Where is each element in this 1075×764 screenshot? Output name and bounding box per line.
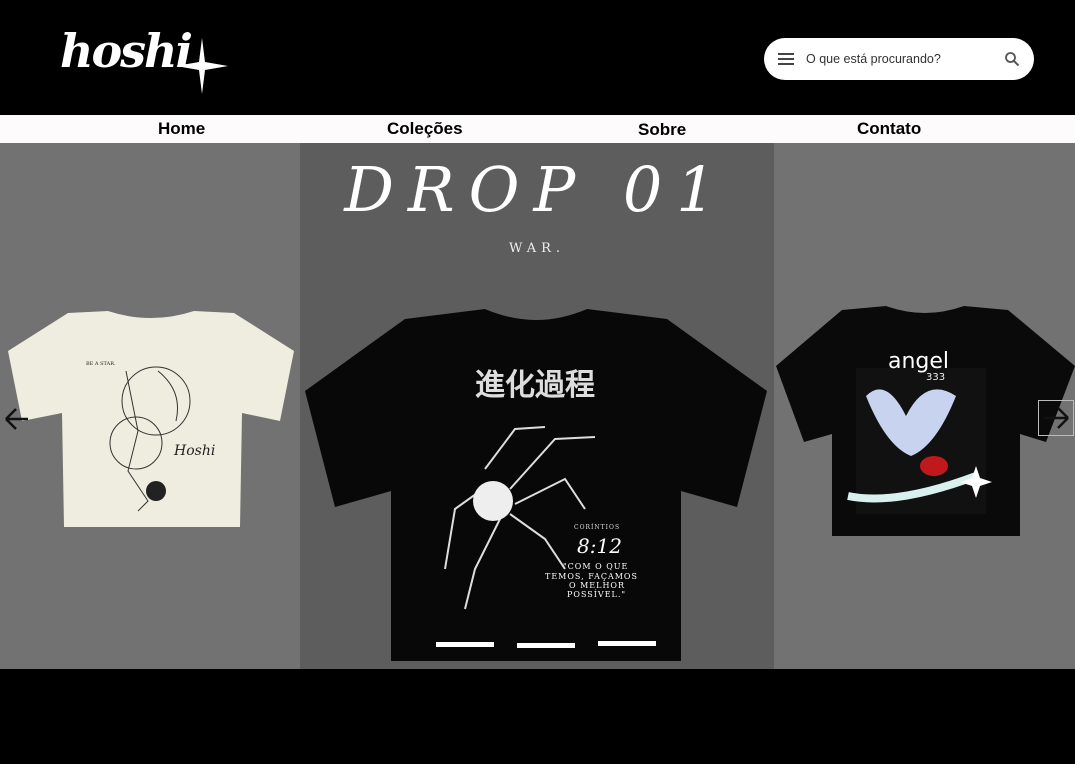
product-shirt-black-angel[interactable]: angel 333 bbox=[776, 306, 1075, 536]
page-footer-area bbox=[0, 669, 1075, 764]
print-quote-line-2: TEMOS, FAÇAMOS bbox=[545, 572, 638, 581]
product-shirt-black-center[interactable]: 進化過程 CORÍNTIOS 8:12 "COM O QUE TEMOS, FA… bbox=[305, 309, 767, 661]
product-shirt-cream[interactable]: BE A STAR. Hoshi bbox=[8, 311, 294, 529]
search-icon[interactable] bbox=[1004, 51, 1020, 67]
carousel-indicator-3[interactable] bbox=[598, 641, 656, 646]
nav-item-home[interactable]: Home bbox=[158, 119, 205, 139]
main-nav: Home Coleções Sobre Contato bbox=[0, 115, 1075, 143]
carousel-indicator-1[interactable] bbox=[436, 642, 494, 647]
print-verse-ref: CORÍNTIOS bbox=[574, 524, 620, 531]
hoshi-logo[interactable]: hoshi bbox=[58, 18, 233, 100]
print-quote-line-4: POSSÍVEL." bbox=[567, 590, 626, 599]
carousel-indicators bbox=[436, 641, 658, 648]
hero-title: DROP 01 bbox=[344, 153, 730, 226]
search-bar[interactable] bbox=[764, 38, 1034, 80]
search-input[interactable] bbox=[806, 52, 996, 66]
print-be-a-star: BE A STAR. bbox=[86, 361, 116, 367]
nav-item-sobre[interactable]: Sobre bbox=[638, 120, 686, 140]
hero-subtitle: WAR. bbox=[508, 241, 566, 256]
hamburger-menu-icon[interactable] bbox=[778, 53, 794, 65]
print-quote-line-1: "COM O QUE bbox=[563, 562, 628, 571]
print-verse-num: 8:12 bbox=[577, 534, 622, 558]
site-header: hoshi bbox=[0, 0, 1075, 115]
print-angel: angel bbox=[888, 349, 949, 374]
arrow-right-icon[interactable] bbox=[1038, 400, 1074, 436]
nav-item-colecoes[interactable]: Coleções bbox=[387, 119, 463, 139]
print-signature: Hoshi bbox=[173, 443, 215, 459]
arrow-left-icon[interactable] bbox=[2, 405, 32, 433]
carousel-indicator-2[interactable] bbox=[517, 643, 575, 648]
hero-carousel: DROP 01 WAR. BE A STAR. Hoshi 進化過程 CORÍN… bbox=[0, 143, 1075, 669]
logo-text: hoshi bbox=[60, 24, 193, 78]
print-kanji: 進化過程 bbox=[475, 368, 595, 403]
print-number: 333 bbox=[926, 372, 945, 383]
sparkle-star-icon bbox=[176, 38, 228, 94]
nav-item-contato[interactable]: Contato bbox=[857, 119, 921, 139]
print-quote-line-3: O MELHOR bbox=[569, 581, 625, 590]
